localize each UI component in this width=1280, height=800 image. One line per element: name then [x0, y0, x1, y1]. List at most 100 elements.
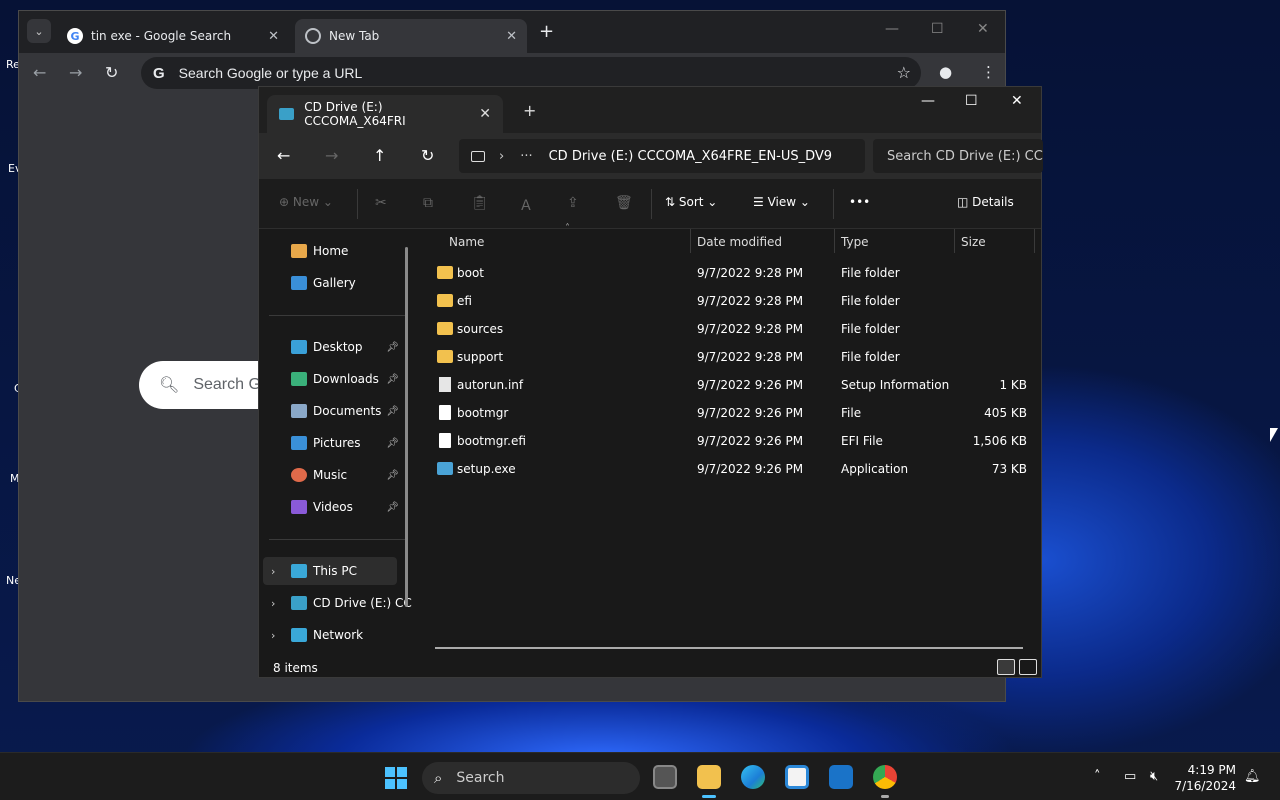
view-button[interactable]: ☰ View ⌄	[753, 195, 810, 209]
divider	[651, 189, 652, 219]
bookmark-star-icon[interactable]: ☆	[897, 63, 911, 82]
chevron-right-icon[interactable]: ›	[499, 149, 504, 164]
nav-item-desktop[interactable]: Desktop 📌︎	[263, 333, 399, 361]
details-button[interactable]: ◫ Details	[957, 195, 1014, 209]
horizontal-scrollbar[interactable]	[435, 647, 1023, 649]
clock[interactable]: 4:19 PM 7/16/2024	[1174, 762, 1236, 794]
nav-item-this-pc[interactable]: › This PC	[263, 557, 397, 585]
table-row[interactable]: autorun.inf 9/7/2022 9:26 PM Setup Infor…	[435, 371, 1035, 399]
outlook-icon[interactable]	[829, 765, 853, 789]
minimize-icon[interactable]: —	[885, 21, 899, 37]
tiles-view-icon[interactable]	[1019, 659, 1037, 675]
sort-button[interactable]: ⇅ Sort ⌄	[665, 195, 717, 209]
pin-icon: 📌︎	[386, 341, 399, 353]
table-row[interactable]: efi 9/7/2022 9:28 PM File folder	[435, 287, 1035, 315]
close-window-icon[interactable]: ✕	[977, 21, 989, 37]
new-button[interactable]: ⊕ New ⌄	[279, 195, 333, 209]
close-window-icon[interactable]: ✕	[1011, 93, 1023, 109]
tab-title: tin exe - Google Search	[91, 29, 232, 43]
nav-item-videos[interactable]: Videos 📌︎	[263, 493, 399, 521]
chrome-tab-google-search[interactable]: G tin exe - Google Search ✕	[57, 19, 289, 53]
show-hidden-icons-icon[interactable]: ˄	[1094, 769, 1101, 784]
delete-icon[interactable]: 🗑︎	[615, 195, 633, 211]
nav-scrollbar[interactable]	[405, 247, 408, 607]
ellipsis-icon[interactable]: ···	[520, 149, 532, 164]
reload-icon[interactable]: ↻	[105, 63, 118, 82]
table-row[interactable]: bootmgr.efi 9/7/2022 9:26 PM EFI File 1,…	[435, 427, 1035, 455]
file-explorer-icon[interactable]	[697, 765, 721, 789]
column-header-name[interactable]: Name	[449, 235, 484, 249]
nav-item-music[interactable]: Music 📌︎	[263, 461, 399, 489]
column-divider[interactable]	[954, 229, 955, 253]
column-divider[interactable]	[1034, 229, 1035, 253]
copy-icon[interactable]: ⧉	[423, 195, 433, 211]
nav-item-downloads[interactable]: Downloads 📌︎	[263, 365, 399, 393]
explorer-tab[interactable]: CD Drive (E:) CCCOMA_X64FRI ✕	[267, 95, 503, 133]
close-tab-icon[interactable]: ✕	[268, 29, 279, 44]
cut-icon[interactable]: ✂	[375, 195, 387, 211]
nav-item-pictures[interactable]: Pictures 📌︎	[263, 429, 399, 457]
task-view-icon[interactable]	[653, 765, 677, 789]
forward-arrow-icon[interactable]: →	[325, 146, 338, 165]
column-divider[interactable]	[834, 229, 835, 253]
column-header-size[interactable]: Size	[961, 235, 986, 249]
microsoft-store-icon[interactable]	[785, 765, 809, 789]
file-explorer-window: CD Drive (E:) CCCOMA_X64FRI ✕ + — ☐ ✕ ← …	[258, 86, 1043, 678]
edge-icon[interactable]	[741, 765, 765, 789]
more-options-button[interactable]: •••	[849, 195, 870, 209]
maximize-icon[interactable]: ☐	[965, 93, 978, 109]
chrome-icon[interactable]	[873, 765, 897, 789]
file-type: File folder	[841, 322, 900, 336]
file-date: 9/7/2022 9:28 PM	[697, 266, 804, 280]
pin-icon: 📌︎	[386, 501, 399, 513]
explorer-search-input[interactable]: Search CD Drive (E:) CCCO	[873, 139, 1043, 173]
application-icon	[437, 462, 453, 475]
address-breadcrumb[interactable]: › ··· CD Drive (E:) CCCOMA_X64FRE_EN-US_…	[459, 139, 865, 173]
chevron-right-icon[interactable]: ›	[271, 565, 275, 578]
network-icon[interactable]: ▭	[1124, 769, 1136, 784]
refresh-icon[interactable]: ↻	[421, 146, 434, 165]
profile-icon[interactable]: ●	[939, 63, 952, 81]
maximize-icon[interactable]: ☐	[931, 21, 944, 37]
more-menu-icon[interactable]: ⋮	[981, 63, 996, 81]
chevron-down-icon: ⌄	[34, 24, 44, 38]
pin-icon: 📌︎	[386, 405, 399, 417]
new-tab-button[interactable]: +	[539, 21, 554, 42]
omnibox[interactable]: G Search Google or type a URL ☆	[141, 57, 921, 89]
table-row[interactable]: sources 9/7/2022 9:28 PM File folder	[435, 315, 1035, 343]
details-view-icon[interactable]	[997, 659, 1015, 675]
taskbar-search[interactable]: ⌕ Search	[422, 762, 640, 794]
up-arrow-icon[interactable]: ↑	[373, 146, 386, 165]
back-arrow-icon[interactable]: ←	[277, 146, 290, 165]
close-tab-icon[interactable]: ✕	[479, 106, 491, 122]
new-tab-button[interactable]: +	[523, 101, 536, 120]
paste-icon[interactable]: 📋︎	[471, 195, 489, 211]
column-divider[interactable]	[690, 229, 691, 253]
nav-label: Home	[313, 244, 349, 258]
chevron-right-icon[interactable]: ›	[271, 597, 275, 610]
column-header-type[interactable]: Type	[841, 235, 869, 249]
share-icon[interactable]: ⇪	[567, 195, 579, 211]
nav-item-gallery[interactable]: Gallery	[263, 269, 397, 297]
start-button[interactable]	[385, 767, 407, 789]
chrome-tab-new-tab[interactable]: New Tab ✕	[295, 19, 527, 53]
back-arrow-icon[interactable]: ←	[33, 63, 46, 82]
chevron-right-icon[interactable]: ›	[271, 629, 275, 642]
table-row[interactable]: bootmgr 9/7/2022 9:26 PM File 405 KB	[435, 399, 1035, 427]
tab-search-button[interactable]: ⌄	[27, 19, 51, 43]
table-row[interactable]: boot 9/7/2022 9:28 PM File folder	[435, 259, 1035, 287]
nav-item-network[interactable]: › Network	[263, 621, 397, 649]
table-row[interactable]: support 9/7/2022 9:28 PM File folder	[435, 343, 1035, 371]
table-row[interactable]: setup.exe 9/7/2022 9:26 PM Application 7…	[435, 455, 1035, 483]
notification-bell-icon[interactable]: 🔔︎	[1244, 769, 1261, 784]
column-header-date[interactable]: Date modified	[697, 235, 782, 249]
forward-arrow-icon[interactable]: →	[69, 63, 82, 82]
rename-icon[interactable]: Ａ	[519, 195, 533, 215]
nav-item-cd-drive[interactable]: › CD Drive (E:) CC	[263, 589, 412, 617]
nav-item-home[interactable]: Home	[263, 237, 397, 265]
minimize-icon[interactable]: —	[921, 93, 935, 109]
details-label: Details	[972, 195, 1014, 209]
volume-icon[interactable]: 🔇︎	[1150, 769, 1158, 784]
nav-item-documents[interactable]: Documents 📌︎	[263, 397, 399, 425]
close-tab-icon[interactable]: ✕	[506, 29, 517, 44]
